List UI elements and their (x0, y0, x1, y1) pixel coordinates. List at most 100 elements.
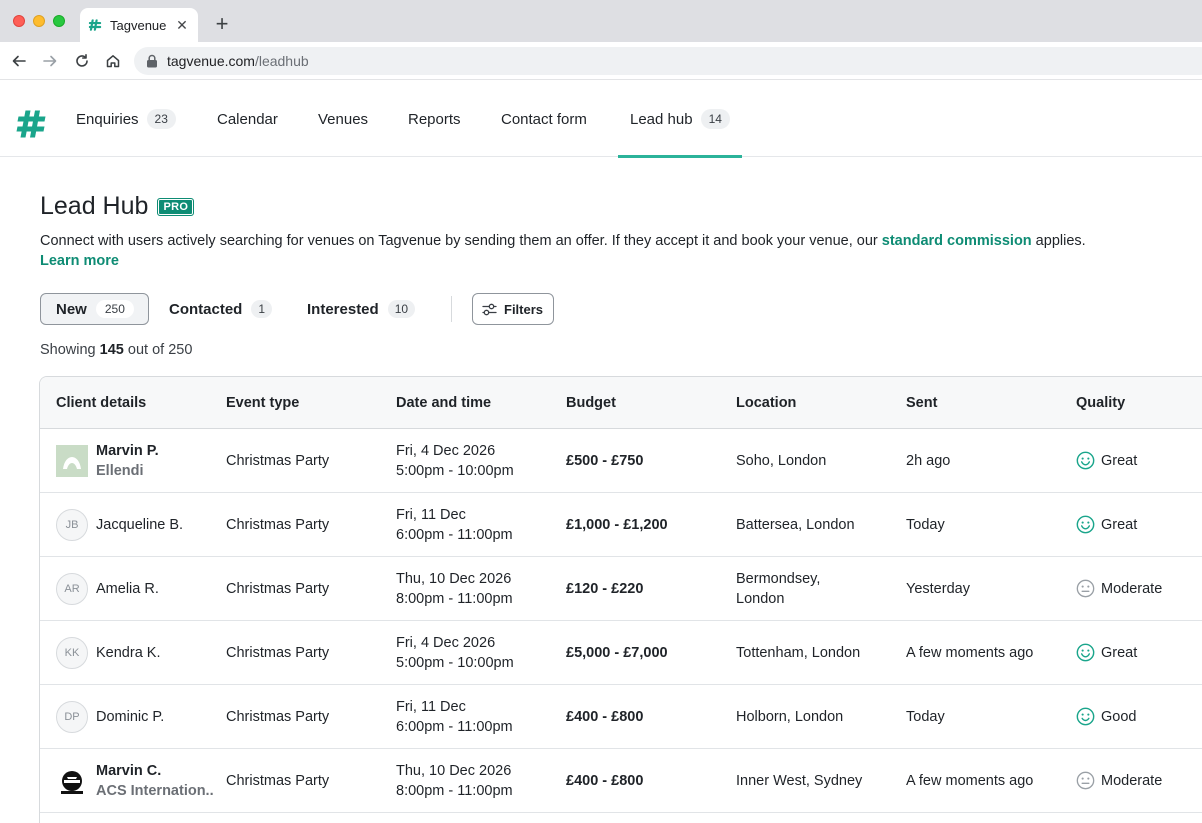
table-row[interactable]: DP Dominic P. Christmas Party Fri, 11 De… (40, 685, 1202, 749)
quality-cell: Good (1076, 685, 1136, 748)
column-header-client: Client details (56, 395, 147, 411)
event-date: Fri, 11 Dec (396, 698, 466, 715)
client-cell: JB Jacqueline B. (56, 493, 183, 556)
quality-label: Great (1101, 452, 1138, 469)
budget: £5,000 - £7,000 (566, 644, 668, 661)
nav-item-lead-hub[interactable]: Lead hub 14 (618, 81, 742, 158)
nav-item-contact-form[interactable]: Contact form (501, 81, 587, 157)
new-tab-button[interactable]: + (211, 13, 233, 35)
table-row[interactable]: KK Kendra K. Christmas Party Fri, 4 Dec … (40, 621, 1202, 685)
event-type: Christmas Party (226, 580, 330, 597)
sent-time: A few moments ago (906, 772, 1034, 789)
smile-icon (1076, 707, 1095, 726)
budget: £500 - £750 (566, 452, 644, 469)
date-time-cell: Fri, 11 Dec 6:00pm - 11:00pm (396, 685, 513, 748)
page-description: Connect with users actively searching fo… (40, 231, 1190, 251)
forward-arrow-icon[interactable] (40, 51, 60, 71)
event-time: 5:00pm - 10:00pm (396, 462, 514, 479)
results-suffix: out of 250 (123, 342, 193, 358)
client-name: Kendra K. (96, 644, 161, 661)
table-row[interactable]: Marvin P. Ellendi Christmas Party Fri, 4… (40, 429, 1202, 493)
neutral-face-icon (1076, 579, 1095, 598)
tab-contacted[interactable]: Contacted 1 (169, 293, 273, 325)
client-name: Jacqueline B. (96, 516, 184, 533)
standard-commission-link[interactable]: standard commission (882, 233, 1032, 249)
column-header-quality: Quality (1076, 395, 1126, 411)
nav-item-reports[interactable]: Reports (408, 81, 461, 157)
tab-label: Interested (307, 300, 379, 318)
table-row[interactable]: Marvin C. ACS Internation.. Christmas Pa… (40, 749, 1202, 813)
table-row[interactable]: AR Amelia R. Christmas Party Thu, 10 Dec… (40, 557, 1202, 621)
location-cell: Bermondsey, London (736, 557, 820, 620)
reload-icon[interactable] (72, 51, 92, 71)
client-avatar (56, 444, 88, 477)
close-window-button[interactable] (13, 15, 25, 27)
nav-item-calendar[interactable]: Calendar (217, 81, 278, 157)
maximize-window-button[interactable] (53, 15, 65, 27)
event-time: 5:00pm - 10:00pm (396, 654, 514, 671)
client-avatar (56, 764, 88, 797)
close-tab-icon[interactable]: ✕ (174, 17, 190, 34)
location-line: London (736, 590, 785, 607)
quality-label: Moderate (1101, 772, 1163, 789)
event-time: 8:00pm - 11:00pm (396, 782, 513, 799)
quality-cell: Moderate (1076, 557, 1162, 620)
nav-item-label: Reports (408, 110, 461, 128)
client-cell: DP Dominic P. (56, 685, 164, 748)
date-time-cell: Thu, 10 Dec 2026 8:00pm - 11:00pm (396, 557, 513, 620)
tagvenue-logo-icon[interactable] (16, 108, 48, 140)
smile-icon (1076, 451, 1095, 470)
client-name: Amelia R. (96, 580, 159, 597)
nav-item-enquiries[interactable]: Enquiries 23 (76, 81, 176, 157)
company-logo-icon (61, 770, 83, 794)
location: Soho, London (736, 452, 827, 469)
nav-item-label: Contact form (501, 110, 587, 128)
app-navigation: Enquiries 23 Calendar Venues Reports Con… (0, 81, 1202, 158)
client-info: Marvin C. ACS Internation.. (96, 761, 214, 801)
tab-interested[interactable]: Interested 10 (307, 293, 416, 325)
date-time-cell: Fri, 4 Dec 2026 5:00pm - 10:00pm (396, 429, 514, 492)
browser-tab[interactable]: Tagvenue ✕ (80, 8, 198, 42)
client-cell: Marvin C. ACS Internation.. (56, 749, 214, 812)
quality-cell: Great (1076, 429, 1137, 492)
event-date: Fri, 4 Dec 2026 (396, 634, 496, 651)
page-title: Lead Hub (40, 192, 149, 220)
learn-more-link[interactable]: Learn more (40, 251, 119, 271)
minimize-window-button[interactable] (33, 15, 45, 27)
table-header: Client details Event type Date and time … (40, 377, 1202, 429)
nav-item-label: Calendar (217, 110, 278, 128)
event-time: 6:00pm - 11:00pm (396, 526, 513, 543)
client-avatar: KK (56, 636, 88, 669)
home-icon[interactable] (103, 51, 123, 71)
tab-count-badge: 1 (251, 300, 273, 318)
event-date: Thu, 10 Dec 2026 (396, 570, 512, 587)
nav-item-label: Venues (318, 110, 369, 128)
budget: £120 - £220 (566, 580, 644, 597)
back-arrow-icon[interactable] (9, 51, 29, 71)
tab-label: New (56, 300, 87, 318)
address-bar[interactable]: tagvenue.com/leadhub (134, 47, 1202, 75)
tagvenue-favicon-icon (88, 19, 102, 31)
smile-icon (1076, 515, 1095, 534)
event-type: Christmas Party (226, 516, 330, 533)
client-company: ACS Internation.. (96, 782, 214, 799)
tab-new[interactable]: New 250 (40, 293, 149, 325)
filters-label: Filters (504, 301, 544, 317)
segment-divider (451, 296, 452, 322)
filters-button[interactable]: Filters (472, 293, 554, 325)
tab-count-badge: 10 (387, 300, 416, 318)
description-text-end: applies. (1031, 233, 1086, 249)
quality-label: Moderate (1101, 580, 1163, 597)
browser-toolbar: tagvenue.com/leadhub (0, 42, 1202, 80)
column-header-budget: Budget (566, 395, 616, 411)
event-type: Christmas Party (226, 772, 330, 789)
table-row[interactable]: JB Jacqueline B. Christmas Party Fri, 11… (40, 493, 1202, 557)
results-shown: 145 (99, 342, 124, 358)
column-header-event: Event type (226, 395, 300, 411)
location: Inner West, Sydney (736, 772, 863, 789)
location: Battersea, London (736, 516, 855, 533)
date-time-cell: Thu, 10 Dec 2026 8:00pm - 11:00pm (396, 749, 513, 812)
nav-item-venues[interactable]: Venues (318, 81, 368, 157)
client-photo-icon (56, 444, 88, 477)
url-path: /leadhub (254, 53, 309, 69)
